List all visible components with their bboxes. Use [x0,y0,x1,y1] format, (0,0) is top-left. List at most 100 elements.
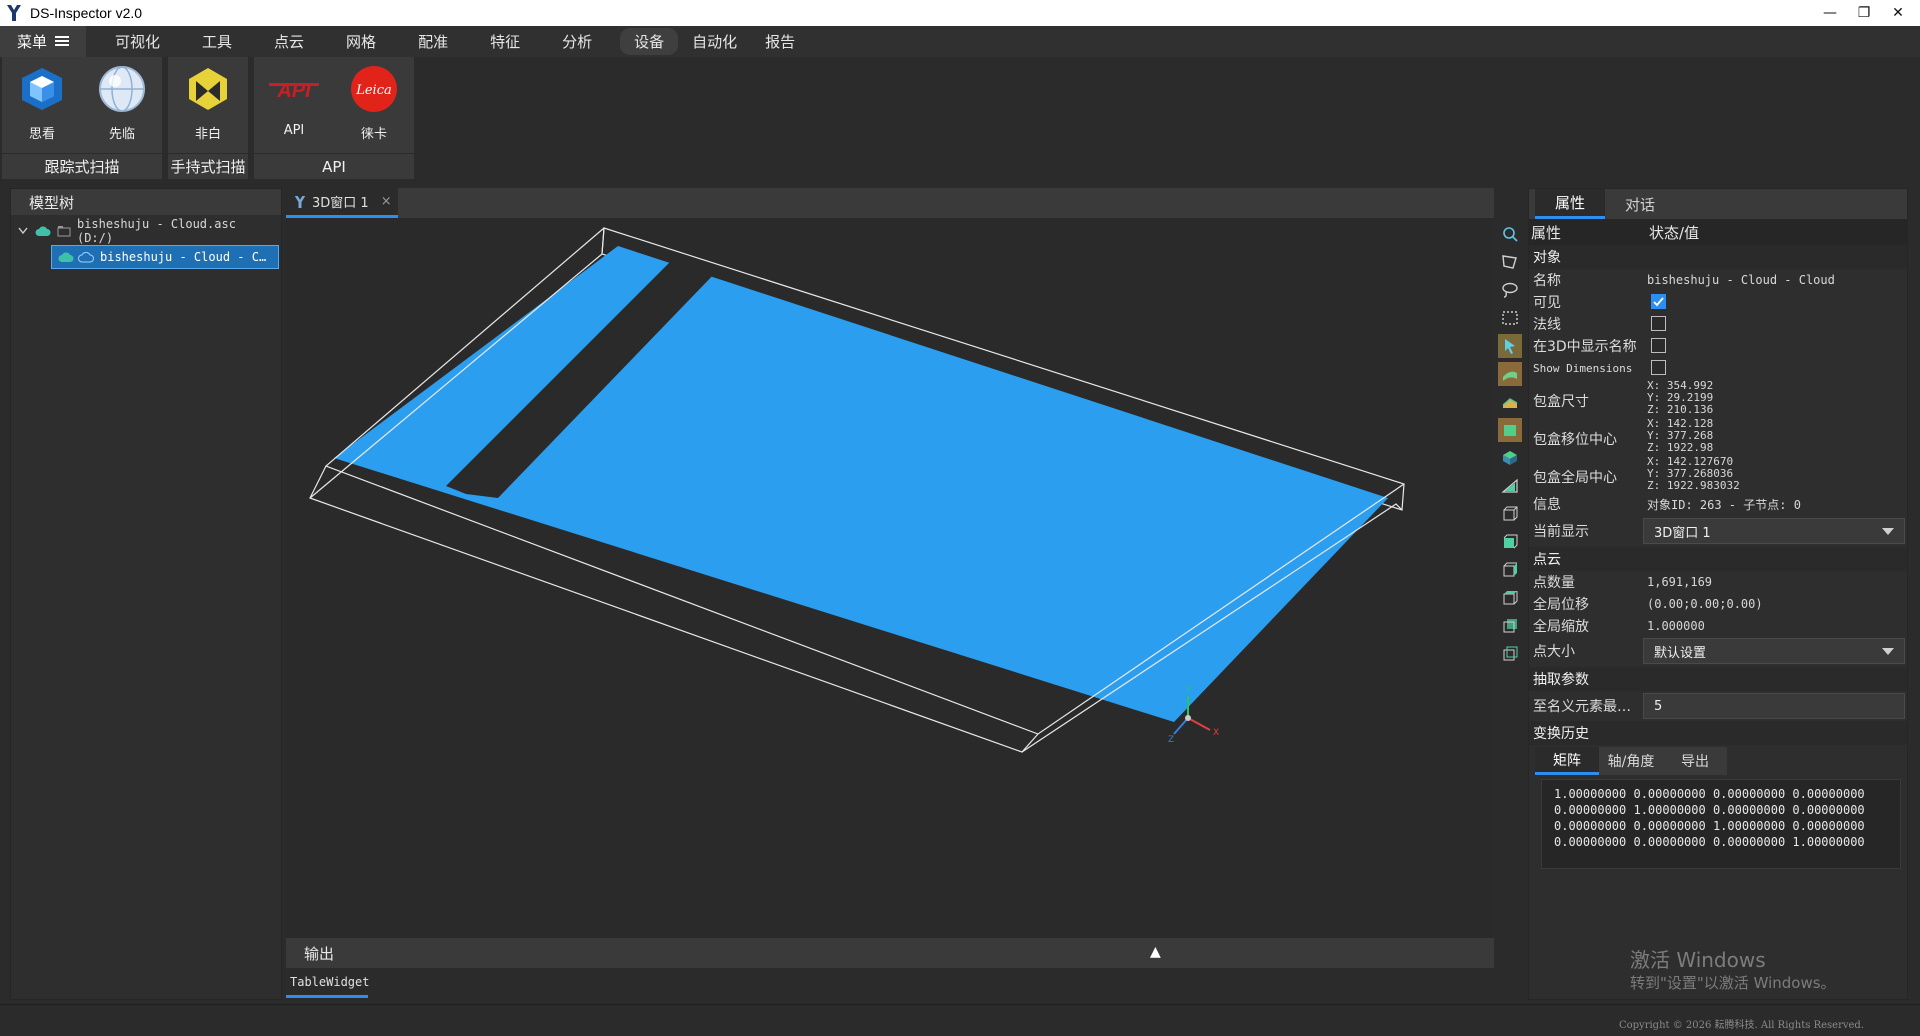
front-view-icon[interactable] [1498,418,1522,442]
tree-item-label: bisheshuju - Cloud - C… [100,250,267,264]
menu-registration[interactable]: 配准 [404,28,462,55]
normals-checkbox[interactable] [1651,316,1666,331]
expand-up-icon[interactable]: ▲ [1150,944,1161,960]
select-value: 3D窗口 1 [1654,525,1711,541]
matrix-row: 0.00000000 0.00000000 0.00000000 1.00000… [1554,835,1865,849]
tab-dialog[interactable]: 对话 [1605,189,1675,219]
app-logo-icon [294,195,306,209]
prop-row-global-scale: 全局缩放 1.000000 [1529,615,1907,637]
top-view-icon[interactable] [1498,446,1522,470]
cloud-icon [58,251,74,263]
shining3d-button[interactable]: 先临 [82,57,162,151]
tab-properties[interactable]: 属性 [1535,189,1605,219]
3d-viewport[interactable]: Y X Z [286,218,1494,938]
prop-value: 1,691,169 [1647,575,1713,589]
cube-front-icon[interactable] [1498,530,1522,554]
pointer-icon[interactable] [1498,334,1522,358]
mesh-view-icon[interactable] [1498,390,1522,414]
hamburger-icon [55,33,69,51]
min-element-input[interactable]: 5 [1643,693,1905,719]
tab-3d-window-1[interactable]: 3D窗口 1 × [286,188,398,218]
title-bar: DS-Inspector v2.0 — ❐ ✕ [0,0,1920,26]
scantech-button[interactable]: 思看 [2,57,82,151]
prop-row-point-size: 点大小 默认设置 [1529,637,1907,665]
prop-row-name: 名称 bisheshuju - Cloud - Cloud [1529,269,1907,291]
prop-key: 包盒移位中心 [1533,432,1617,448]
ribbon-group-api: API API Leica 徕卡 API [254,57,414,179]
tab-export[interactable]: 导出 [1663,747,1727,775]
point-cloud-scene[interactable]: Y X Z [286,218,1494,938]
visible-checkbox[interactable] [1651,294,1666,309]
folder-icon [57,225,71,237]
prop-key: 包盒全局中心 [1533,470,1617,486]
transform-matrix: 1.00000000 0.00000000 0.00000000 0.00000… [1541,779,1901,869]
prop-row-visible: 可见 [1529,291,1907,313]
svg-text:Leica: Leica [355,83,392,98]
activation-watermark-title: 激活 Windows [1630,948,1766,972]
shining3d-label: 先临 [108,127,135,142]
zoom-icon[interactable] [1498,222,1522,246]
api-logo-icon: API [268,63,320,115]
close-tab-icon[interactable]: × [381,194,392,209]
select-value: 默认设置 [1654,645,1707,661]
bbox-size-z: Z: 210.136 [1647,403,1714,416]
main-menu-button[interactable]: 菜单 [0,26,86,57]
polygon-select-icon[interactable] [1498,250,1522,274]
close-window-button[interactable]: ✕ [1876,0,1920,26]
tab-matrix[interactable]: 矩阵 [1535,747,1599,775]
menu-bar: 菜单 可视化 工具 点云 网格 配准 特征 分析 设备 自动化 报告 [0,26,1920,57]
ribbon-group-label: 手持式扫描 [168,153,248,179]
prop-key: 在3D中显示名称 [1533,339,1637,355]
prop-key: 至名义元素最… [1533,699,1631,715]
section-sampling: 抽取参数 [1529,667,1907,691]
menu-analysis[interactable]: 分析 [548,28,606,55]
menu-automation[interactable]: 自动化 [678,28,751,55]
scantech-label: 思看 [28,127,55,142]
cube-back-icon[interactable] [1498,614,1522,638]
menu-mesh[interactable]: 网格 [332,28,390,55]
leica-label: 徕卡 [360,127,387,142]
menu-pointcloud[interactable]: 点云 [260,28,318,55]
window-title: DS-Inspector v2.0 [30,5,143,21]
feibai-button[interactable]: 非白 [168,57,248,151]
point-size-select[interactable]: 默认设置 [1643,638,1905,664]
prop-row-min-element: 至名义元素最… 5 [1529,693,1907,719]
section-object: 对象 [1529,245,1907,269]
sphere-globe-icon [96,63,148,115]
menu-report[interactable]: 报告 [751,28,809,55]
prop-value: 1.000000 [1647,619,1705,633]
cube-side-icon[interactable] [1498,558,1522,582]
svg-text:API: API [276,80,311,102]
prop-key: 包盒尺寸 [1533,394,1589,410]
properties-tab-bar: 属性 对话 [1529,189,1907,219]
menu-tools[interactable]: 工具 [188,28,246,55]
prop-row-bbox-global: 包盒全局中心 X: 142.127670 Y: 377.268036 Z: 19… [1529,455,1907,493]
perspective-icon[interactable] [1498,474,1522,498]
api-button[interactable]: API API [254,57,334,151]
chevron-down-icon[interactable] [15,227,31,235]
menu-features[interactable]: 特征 [476,28,534,55]
tree-item-cloud[interactable]: bisheshuju - Cloud - C… [51,245,279,269]
current-display-select[interactable]: 3D窗口 1 [1643,518,1905,544]
output-panel-header[interactable]: 输出 ▲ [286,938,1494,968]
tree-item-file[interactable]: bisheshuju - Cloud.asc (D:/) [15,217,279,245]
tab-tablewidget[interactable]: TableWidget [286,968,369,998]
show-dimensions-checkbox[interactable] [1651,360,1666,375]
rect-select-icon[interactable] [1498,306,1522,330]
view-tab-bar: 3D窗口 1 × [286,188,1494,218]
cube-wire-icon[interactable] [1498,502,1522,526]
column-header-property: 属性 [1531,223,1562,242]
surface-view-icon[interactable] [1498,362,1522,386]
prop-value: 对象ID: 263 - 子节点: 0 [1647,497,1801,512]
lasso-icon[interactable] [1498,278,1522,302]
section-transform-history: 变换历史 [1529,721,1907,745]
menu-visualize[interactable]: 可视化 [101,28,174,55]
tab-axis-angle[interactable]: 轴/角度 [1599,747,1663,775]
menu-devices[interactable]: 设备 [620,28,679,55]
show-name-checkbox[interactable] [1651,338,1666,353]
leica-button[interactable]: Leica 徕卡 [334,57,414,151]
prop-key: 点大小 [1533,644,1575,660]
cube-top-icon[interactable] [1498,586,1522,610]
ribbon-group-label: 跟踪式扫描 [2,153,162,179]
cube-iso-icon[interactable] [1498,642,1522,666]
